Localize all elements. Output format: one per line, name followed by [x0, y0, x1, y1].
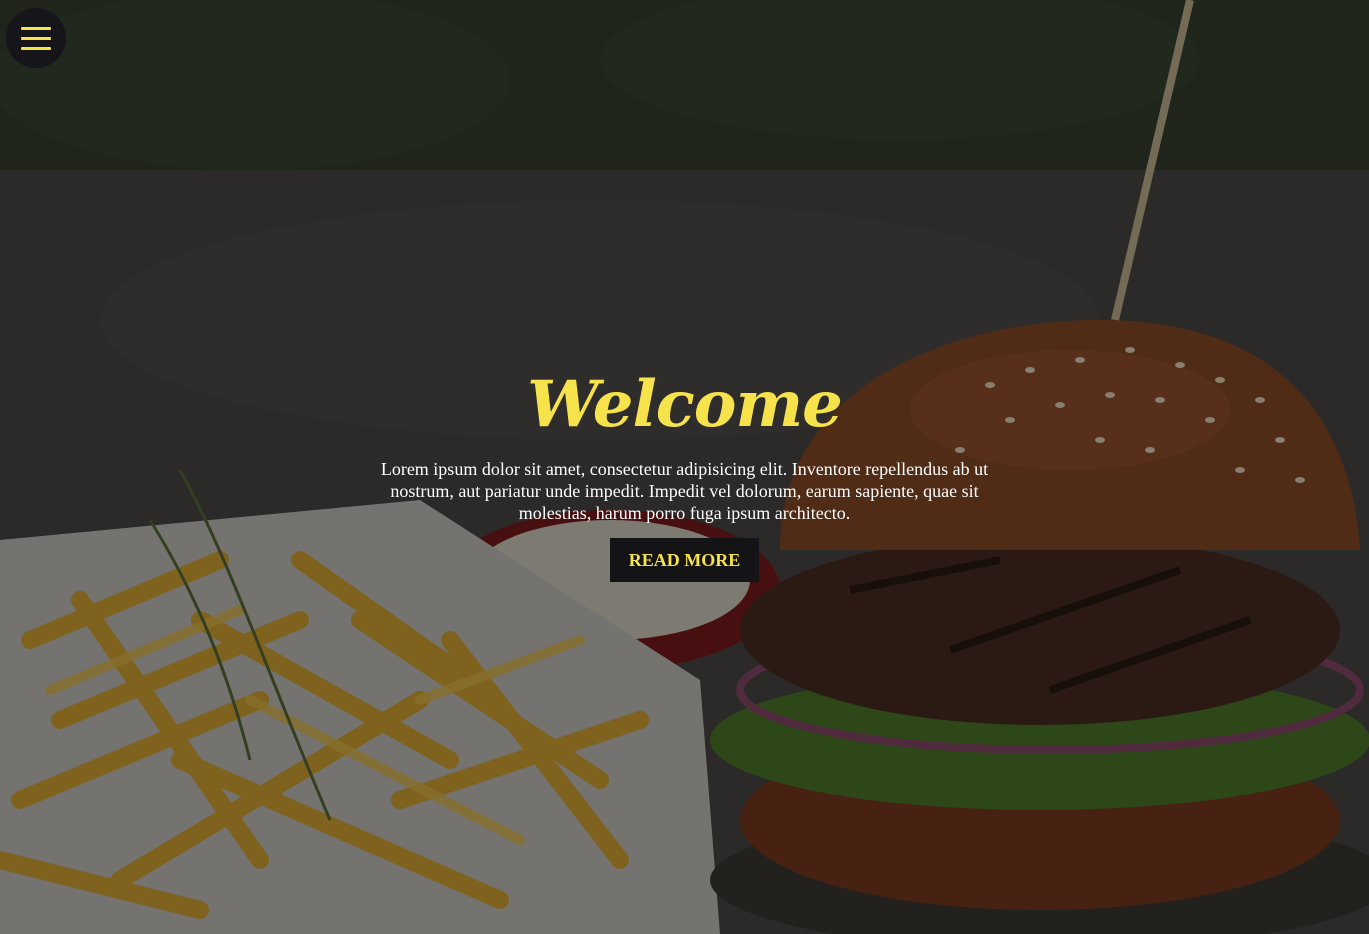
hero-content: Welcome Lorem ipsum dolor sit amet, cons… — [0, 360, 1369, 582]
read-more-button[interactable]: READ MORE — [610, 538, 759, 582]
hamburger-menu-icon[interactable] — [6, 8, 66, 68]
hero-title: Welcome — [527, 367, 843, 442]
menu-bar-middle — [21, 36, 51, 40]
hero-description: Lorem ipsum dolor sit amet, consectetur … — [380, 459, 989, 523]
menu-bar-bottom — [21, 46, 51, 50]
menu-bar-top — [21, 26, 51, 30]
hero-section: Welcome Lorem ipsum dolor sit amet, cons… — [0, 0, 1369, 934]
